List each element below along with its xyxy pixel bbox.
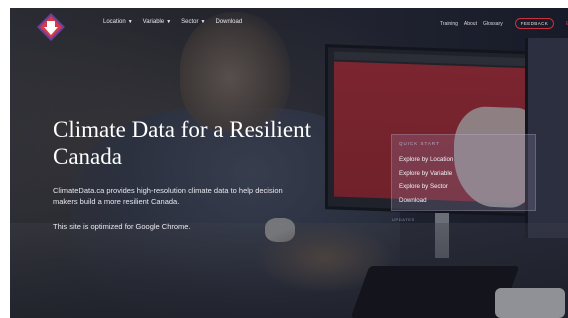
browser-optimization-note: This site is optimized for Google Chrome… [53,222,191,231]
feedback-button[interactable]: FEEDBACK [514,18,555,29]
quick-start-list: Explore by Location Explore by Variable … [399,153,453,207]
quick-start-title: QUICK START [399,141,440,146]
nav-sector-dropdown[interactable]: Sector ▼ [181,19,205,25]
nav-variable-label: Variable [142,19,165,25]
nav-sector-label: Sector [181,19,199,25]
quick-start-panel: QUICK START Explore by Location Explore … [391,134,536,211]
quick-start-explore-location-link[interactable]: Explore by Location [399,153,453,167]
top-navigation: Location ▼ Variable ▼ Sector ▼ Download … [10,8,568,42]
chevron-down-icon: ▼ [166,19,172,25]
nav-download-label: Download [215,19,243,25]
quick-start-explore-sector-link[interactable]: Explore by Sector [399,180,453,194]
hero-title: Climate Data for a Resilient Canada [53,117,312,169]
nav-variable-dropdown[interactable]: Variable ▼ [143,19,172,25]
climatedata-logo-icon[interactable] [36,12,66,42]
browser-viewport: Location ▼ Variable ▼ Sector ▼ Download … [10,8,568,318]
nav-location-label: Location [103,19,126,25]
chevron-down-icon: ▼ [127,19,133,25]
nav-glossary-link[interactable]: Glossary [483,21,503,27]
nav-location-dropdown[interactable]: Location ▼ [103,19,133,25]
updates-label: UPDATES [392,217,415,222]
secondary-nav-menu: Training About Glossary FEEDBACK EN [440,18,568,29]
nav-about-link[interactable]: About [464,21,477,27]
nav-training-link[interactable]: Training [440,21,458,27]
quick-start-explore-variable-link[interactable]: Explore by Variable [399,167,453,181]
primary-nav-menu: Location ▼ Variable ▼ Sector ▼ Download [103,19,242,25]
nav-download-link[interactable]: Download [215,19,242,25]
chevron-down-icon: ▼ [200,19,206,25]
hero-description: ClimateData.ca provides high-resolution … [53,186,283,206]
quick-start-download-link[interactable]: Download [399,194,453,208]
